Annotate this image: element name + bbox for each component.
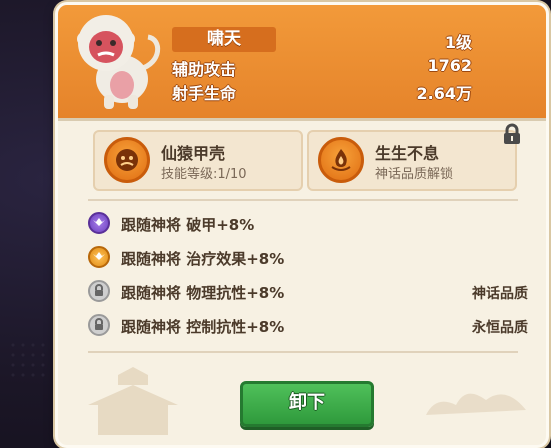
companion-name: 啸天 [207,29,241,49]
stat2-label: 射手生命 [172,84,237,103]
bonus-row: 跟随神将 物理抗性+8% 神话品质 [88,279,528,305]
skill-card-1[interactable]: 仙猿甲壳 技能等级:1/10 [93,130,303,191]
divider [88,351,518,353]
cloud-decoration [426,393,526,415]
bonus-requirement: 神话品质 [472,286,528,302]
flame-skill-icon [318,137,364,183]
bonus-text: 跟随神将 治疗效果+8% [121,250,285,268]
background-pattern [8,340,48,380]
purple-wings-icon [88,212,110,234]
bonus-row: 跟随神将 破甲+8% [88,211,528,237]
level-label: 1级 [444,33,472,52]
orange-wings-icon [88,246,110,268]
stat2-value: 2.64万 [416,84,472,103]
bonus-text: 跟随神将 物理抗性+8% [121,284,285,302]
bonus-row: 跟随神将 控制抗性+8% 永恒品质 [88,313,528,339]
white-monkey-portrait-icon [77,15,160,109]
padlock-icon [504,123,520,144]
ape-skill-icon [104,137,150,183]
bonus-text: 跟随神将 破甲+8% [121,216,255,234]
stat1-label: 辅助攻击 [172,60,237,79]
divider [88,199,518,201]
bonus-row: 跟随神将 治疗效果+8% [88,245,528,271]
lock-icon [88,280,110,302]
skill-card-2[interactable]: 生生不息 神话品质解锁 [307,130,517,191]
bonus-text: 跟随神将 控制抗性+8% [121,318,285,336]
skill-unlock-condition: 神话品质解锁 [375,167,454,182]
lock-icon [88,314,110,336]
companion-detail-panel: 啸天 1级 辅助攻击 1762 射手生命 2.64万 仙猿甲壳 技能等级:1/1… [55,2,549,448]
skill-name: 生生不息 [375,144,440,163]
skill-name: 仙猿甲壳 [161,144,226,163]
temple-decoration [88,367,178,435]
stat1-value: 1762 [427,56,472,75]
unequip-button[interactable]: 卸下 [240,381,374,427]
skill-level: 技能等级:1/10 [161,167,247,182]
bonus-requirement: 永恒品质 [472,320,528,336]
